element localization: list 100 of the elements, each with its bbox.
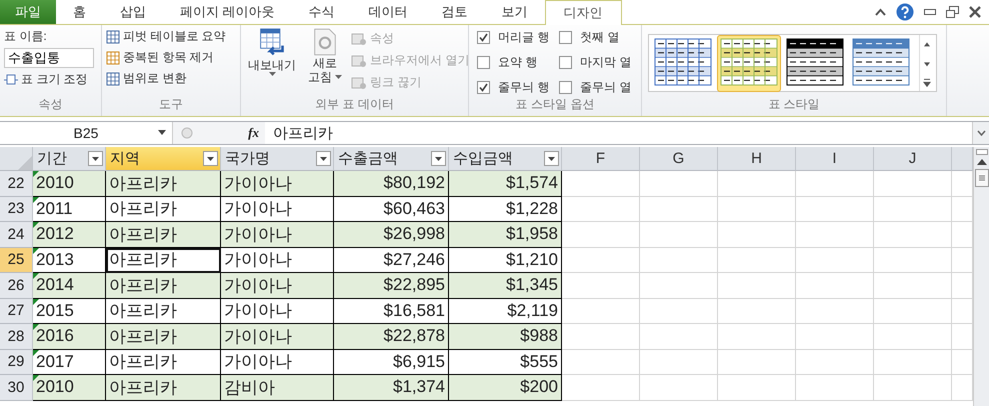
ribbon-tab[interactable]: 홈 xyxy=(56,0,103,24)
table-cell: 아프리카 xyxy=(106,273,221,298)
ribbon-tab[interactable]: 수식 xyxy=(292,0,352,24)
tool-button[interactable]: 범위로 변환 xyxy=(106,70,236,87)
table-cell: $1,958 xyxy=(449,222,562,248)
table-cell: 아프리카 xyxy=(106,324,221,350)
option-label: 머리글 행 xyxy=(498,29,550,46)
caret-icon xyxy=(548,156,555,160)
filter-button[interactable] xyxy=(316,151,331,166)
table-name-field[interactable]: 수출입통 xyxy=(4,48,94,68)
table-cell: 2014 xyxy=(33,273,106,298)
column-header[interactable]: 국가명 xyxy=(221,147,334,171)
row-header[interactable]: 25 xyxy=(0,248,33,273)
table-style-swatch[interactable] xyxy=(717,34,781,92)
caret-icon xyxy=(335,75,342,79)
table-style-preview-icon xyxy=(654,38,712,85)
export-button[interactable]: 내보내기 xyxy=(245,28,299,96)
ribbon-tab[interactable]: 데이터 xyxy=(352,0,425,24)
option-label: 마지막 열 xyxy=(580,54,632,71)
row-header[interactable]: 28 xyxy=(0,324,33,350)
minimize-icon[interactable] xyxy=(924,9,936,15)
table-cell: $1,345 xyxy=(449,273,562,298)
formula-field[interactable]: 아프리카 xyxy=(265,122,972,144)
ribbon-tab[interactable]: 검토 xyxy=(424,0,485,24)
table-cell: 아프리카 xyxy=(106,171,221,196)
checkbox[interactable] xyxy=(559,56,572,69)
caret-icon xyxy=(435,156,442,160)
ribbon-tab[interactable]: 보기 xyxy=(484,0,545,24)
checkbox[interactable] xyxy=(477,80,490,94)
row-header[interactable]: 27 xyxy=(0,298,33,324)
row-header[interactable]: 22 xyxy=(0,171,33,196)
column-header[interactable]: 수출금액 xyxy=(334,147,449,171)
collapse-ribbon-icon[interactable] xyxy=(875,8,886,16)
table-cell: $80,192 xyxy=(334,171,449,196)
group-label: 도구 xyxy=(158,96,184,113)
column-header[interactable]: F xyxy=(562,147,640,171)
row-header[interactable]: 26 xyxy=(0,273,33,298)
checkbox[interactable] xyxy=(477,56,490,69)
column-header[interactable]: J xyxy=(874,147,952,171)
row-header[interactable]: 23 xyxy=(0,196,33,222)
caret-icon xyxy=(207,156,214,160)
filter-button[interactable] xyxy=(88,151,103,166)
table-cell: 가이아나 xyxy=(221,222,334,248)
table-cell: 2010 xyxy=(33,375,106,400)
table-cell: $26,998 xyxy=(334,222,449,248)
checkbox[interactable] xyxy=(559,31,572,44)
caret-icon xyxy=(158,130,166,135)
option-label: 요약 행 xyxy=(498,54,538,71)
tool-button[interactable]: 중복된 항목 제거 xyxy=(106,49,236,66)
checkbox[interactable] xyxy=(559,80,572,94)
caret-icon xyxy=(268,72,276,76)
table-cell: 아프리카 xyxy=(106,222,221,248)
table-cell: 2016 xyxy=(33,324,106,350)
column-header[interactable]: 기간 xyxy=(33,147,106,171)
table-cell: $1,374 xyxy=(334,375,449,400)
column-header[interactable]: 지역 xyxy=(106,147,221,171)
resize-icon xyxy=(4,74,18,86)
group-label: 표 스타일 옵션 xyxy=(514,96,596,113)
caret-icon xyxy=(92,156,99,160)
table-style-preview-icon xyxy=(720,38,778,85)
close-icon[interactable] xyxy=(969,6,981,18)
filter-button[interactable] xyxy=(544,151,559,166)
group-label: 외부 표 데이터 xyxy=(314,96,395,113)
filter-button[interactable] xyxy=(203,151,218,166)
scroll-up-icon[interactable] xyxy=(976,159,986,165)
table-cell: 가이아나 xyxy=(221,324,334,350)
ribbon-tab[interactable]: 삽입 xyxy=(103,0,163,24)
table-cell: $988 xyxy=(449,324,562,350)
table-cell: 가이아나 xyxy=(221,171,334,196)
column-header[interactable]: G xyxy=(640,147,718,171)
tool-button[interactable]: 피벗 테이블로 요약 xyxy=(106,28,236,45)
ribbon-tab[interactable]: 파일 xyxy=(0,0,56,24)
column-header[interactable]: H xyxy=(718,147,796,171)
ribbon-tab[interactable]: 페이지 레이아웃 xyxy=(163,0,292,24)
column-header[interactable]: 수입금액 xyxy=(449,147,562,171)
row-header[interactable]: 24 xyxy=(0,222,33,248)
table-style-preview-icon xyxy=(786,38,844,85)
option-label: 첫째 열 xyxy=(580,29,620,46)
table-cell: 2010 xyxy=(33,171,106,196)
table-cell: 아프리카 xyxy=(106,248,221,273)
row-header[interactable]: 30 xyxy=(0,375,33,400)
ribbon-tab[interactable]: 디자인 xyxy=(544,0,622,25)
group-label: 표 스타일 xyxy=(767,96,821,113)
expand-icon[interactable] xyxy=(976,130,986,136)
help-icon[interactable] xyxy=(896,3,914,21)
row-header[interactable]: 29 xyxy=(0,350,33,375)
table-cell: $22,895 xyxy=(334,273,449,298)
table-name-label: 표 이름: xyxy=(4,28,48,45)
group-label: 속성 xyxy=(38,96,64,113)
scroll-thumb-icon[interactable] xyxy=(974,169,988,187)
checkbox[interactable] xyxy=(477,31,490,44)
filter-button[interactable] xyxy=(431,151,446,166)
option-label: 줄무늬 행 xyxy=(498,78,550,96)
column-header[interactable]: I xyxy=(796,147,874,171)
resize-table-button[interactable]: 표 크기 조정 xyxy=(4,71,97,88)
table-cell: $22,878 xyxy=(334,324,449,350)
insert-function-button[interactable]: fx xyxy=(248,125,259,141)
restore-icon[interactable] xyxy=(946,6,959,18)
option-label: 줄무늬 열 xyxy=(580,78,632,96)
refresh-button[interactable]: 새로 고침 xyxy=(305,28,345,96)
